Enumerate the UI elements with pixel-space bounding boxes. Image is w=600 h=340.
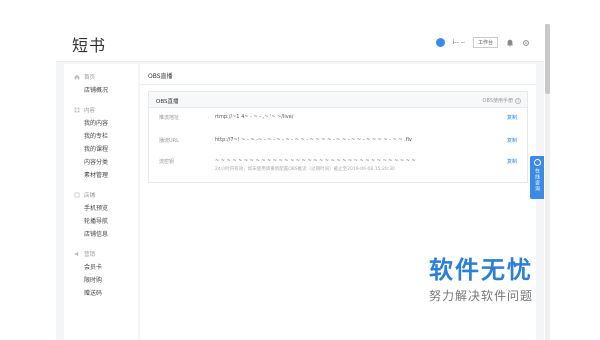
copy-button[interactable]: 复制: [507, 137, 517, 144]
question-icon: ?: [515, 97, 521, 104]
chat-icon: [533, 159, 541, 166]
megaphone-icon: [74, 251, 79, 257]
sidebar-group-label: 内容: [84, 108, 96, 114]
sidebar-group-label: 首页: [84, 75, 96, 81]
obs-manual-label: OBS使用手册: [482, 98, 513, 104]
scrollbar-thumb[interactable]: [545, 24, 550, 94]
expiry-note: 24小时内有效，如未使用请重新配置OBS推流（过期时间）截止至2019-06-0…: [215, 167, 395, 172]
sidebar-item-shop-overview[interactable]: 店铺概况: [64, 84, 138, 97]
sidebar-group-shop[interactable]: 店铺: [64, 188, 138, 202]
obs-manual-link[interactable]: OBS使用手册 ?: [483, 97, 521, 104]
obs-live-card: OBS直播 OBS使用手册 ? 推流地址 rtmp://~1 4~ - ~ - …: [148, 91, 528, 183]
bell-icon[interactable]: [506, 39, 514, 47]
sidebar-group-home[interactable]: 首页: [64, 70, 138, 84]
sidebar-item-my-columns[interactable]: 我的专栏: [64, 130, 138, 143]
sidebar-item-asset-management[interactable]: 素材管理: [64, 169, 138, 182]
grid-icon: [74, 107, 80, 113]
sidebar-item-mobile-preview[interactable]: 手机预览: [64, 202, 138, 215]
online-consult-button[interactable]: 在线咨询: [530, 156, 544, 199]
sidebar-group-label: 营销: [84, 252, 96, 258]
sidebar-item-carousel-nav[interactable]: 轮播导航: [64, 215, 138, 228]
row-value: rtmp://~1 4~ - ~ - ,~ '~ ~/live/: [215, 114, 294, 120]
app-logo[interactable]: 短书: [72, 32, 106, 56]
avatar[interactable]: [435, 38, 445, 47]
sidebar-item-content-categories[interactable]: 内容分类: [64, 156, 138, 169]
watermark: 软件无忧 努力解决软件问题: [428, 250, 534, 304]
sidebar-group-content[interactable]: 内容: [64, 103, 138, 117]
watermark-title: 软件无忧: [429, 256, 533, 284]
sidebar: 首页 店铺概况 内容 我的内容 我的专栏 我的课程 内容分类 素材管理 店铺 手…: [64, 64, 138, 340]
sidebar-group-label: 店铺: [84, 193, 96, 199]
row-label: 流密钥: [159, 159, 175, 165]
row-value: http://7~! ~ - ~ -~ - ~ - ~ - ~ - ~ ~ - …: [215, 137, 412, 143]
copy-button[interactable]: 复制: [507, 158, 517, 165]
online-consult-label: 在线咨询: [534, 168, 540, 192]
user-name[interactable]: i-- --: [453, 39, 465, 46]
workbench-button[interactable]: 工作台: [472, 37, 498, 48]
row-label: 推流地址: [159, 115, 180, 121]
page-scrollbar[interactable]: [545, 24, 550, 340]
gear-icon[interactable]: [522, 39, 530, 47]
sidebar-item-gift-code[interactable]: 赠送码: [64, 287, 138, 300]
title-divider: [140, 84, 536, 85]
row-value: ~ ~ ~ ~ ~ ~ ~ ~ ~ ~ ~ ~ ~ ~ ~ ~ ~ ~ ~ ~ …: [215, 158, 416, 164]
top-bar: 短书 i-- -- 工作台: [56, 24, 544, 62]
copy-button[interactable]: 复制: [507, 114, 517, 121]
row-label: 播流URL: [159, 138, 179, 144]
watermark-subtitle: 努力解决软件问题: [428, 289, 533, 303]
card-title: OBS直播: [156, 99, 179, 105]
sidebar-item-flash-sale[interactable]: 限时购: [64, 274, 138, 287]
page-title: OBS直播: [148, 73, 173, 80]
home-icon: [74, 74, 80, 80]
sidebar-item-my-courses[interactable]: 我的课程: [64, 143, 138, 156]
sidebar-item-shop-info[interactable]: 店铺信息: [64, 228, 138, 241]
sidebar-item-membership-card[interactable]: 会员卡: [64, 261, 138, 274]
sidebar-group-marketing[interactable]: 营销: [64, 247, 138, 261]
header-actions: i-- -- 工作台: [435, 37, 530, 48]
shop-icon: [74, 192, 80, 198]
card-header: OBS直播 OBS使用手册 ?: [149, 92, 527, 108]
sidebar-item-my-content[interactable]: 我的内容: [64, 117, 138, 130]
